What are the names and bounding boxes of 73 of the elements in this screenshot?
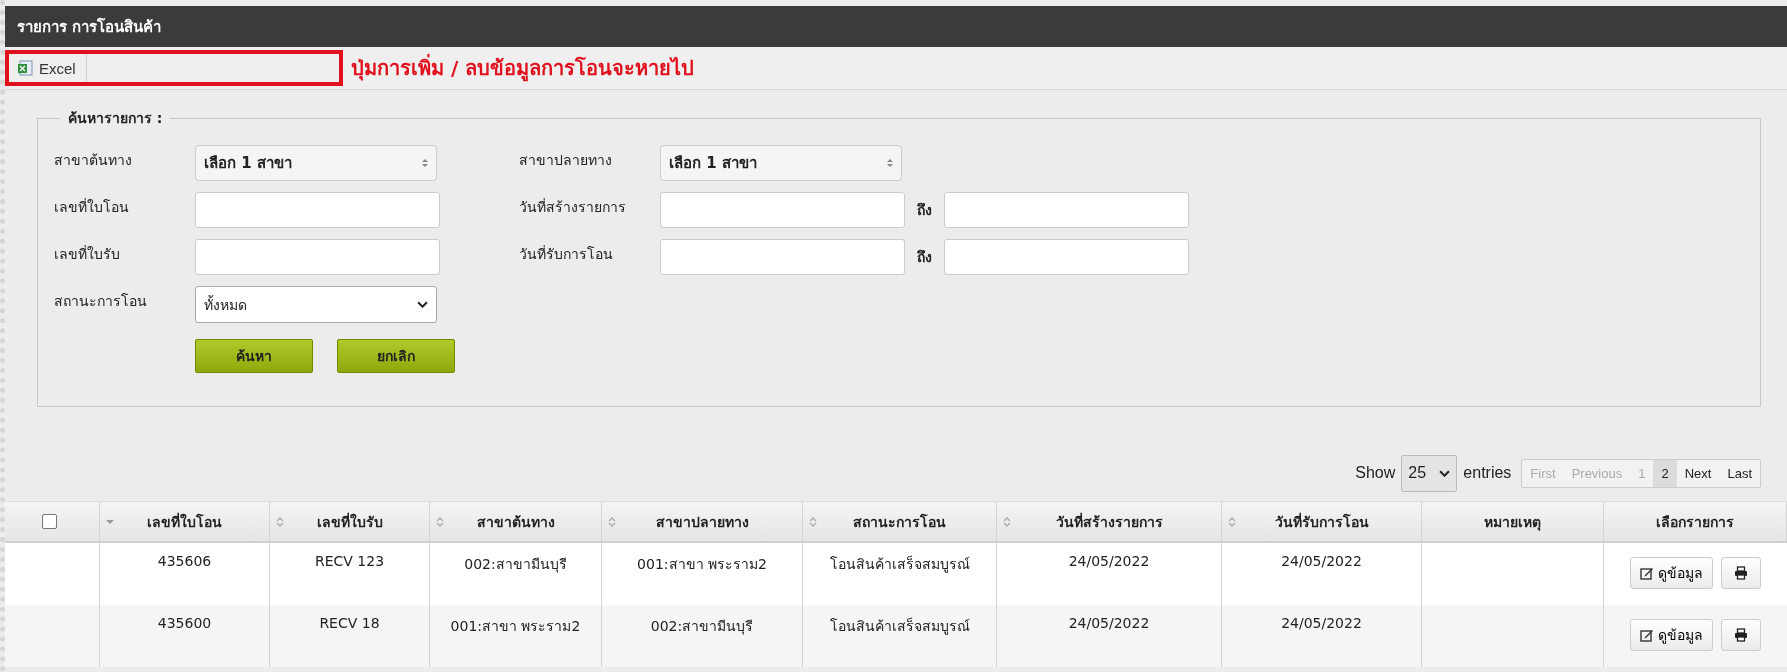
excel-button[interactable]: Excel (9, 54, 87, 82)
view-button[interactable]: ดูข้อมูล (1630, 619, 1713, 651)
column-header[interactable]: หมายเหตุ (1422, 502, 1604, 541)
print-icon (1734, 628, 1748, 642)
table-cell: 24/05/2022 (1281, 615, 1362, 631)
table-cell: 435606 (157, 553, 212, 569)
field-label: เลขที่ใบรับ (54, 244, 121, 264)
pagination-button[interactable]: Last (1719, 459, 1760, 487)
annotation-text: ปุ่มการเพิ่ม / ลบข้อมูลการโอนจะหายไป (351, 53, 695, 84)
chevron-down-icon (1439, 469, 1451, 477)
date-from-field[interactable] (660, 192, 905, 228)
page-size-select[interactable]: 25 (1401, 454, 1458, 492)
sort-arrows-icon (887, 158, 893, 168)
print-button[interactable] (1721, 557, 1761, 589)
field-label: เลขที่ใบโอน (54, 197, 130, 217)
select-all-checkbox[interactable] (42, 514, 57, 529)
table-cell: โอนสินค้าเสร็จสมบูรณ์ (829, 618, 970, 634)
to-label: ถึง (916, 201, 933, 220)
field-label: สถานะการโอน (54, 292, 148, 311)
sort-icon (436, 515, 444, 528)
field-label: วันที่สร้างรายการ (519, 197, 627, 217)
to-label: ถึง (916, 248, 933, 267)
window-title: รายการ การโอนสินค้า (17, 16, 162, 38)
print-button[interactable] (1721, 619, 1761, 651)
table-cell: 24/05/2022 (1281, 553, 1362, 569)
date-to-field[interactable] (944, 192, 1189, 228)
table-cell: 435600 (157, 615, 212, 631)
status-select[interactable]: ทั้งหมด (195, 286, 437, 323)
column-header[interactable]: สาขาต้นทาง (430, 502, 602, 541)
sort-arrows-icon (422, 158, 428, 168)
column-header[interactable]: สาขาปลายทาง (602, 502, 803, 541)
sort-icon (1003, 515, 1011, 528)
sort-icon (809, 515, 817, 528)
column-header[interactable]: เลขที่ใบรับ (270, 502, 430, 541)
table-cell: โอนสินค้าเสร็จสมบูรณ์ (829, 556, 970, 572)
column-header[interactable]: สถานะการโอน (803, 502, 997, 541)
cancel-button[interactable]: ยกเลิก (337, 339, 455, 373)
sort-icon (608, 515, 616, 528)
field-label: สาขาต้นทาง (54, 151, 133, 170)
branch-select[interactable]: เลือก 1 สาขา (195, 145, 437, 181)
column-header[interactable]: เลขที่ใบโอน (100, 502, 270, 541)
spreadsheet-icon (17, 60, 33, 76)
column-header[interactable]: วันที่รับการโอน (1222, 502, 1422, 541)
entries-label: entries (1463, 464, 1512, 482)
search-legend: ค้นหารายการ : (60, 107, 171, 129)
column-header[interactable]: เลือกรายการ (1604, 502, 1787, 541)
table-cell: RECV 18 (319, 615, 380, 631)
table-cell: 24/05/2022 (1068, 553, 1150, 569)
sort-icon (1228, 515, 1236, 528)
table-cell: 001:สาขา พระราม2 (450, 618, 581, 634)
column-header[interactable]: วันที่สร้างรายการ (997, 502, 1222, 541)
field-label: สาขาปลายทาง (519, 151, 613, 170)
pagination-button[interactable]: Next (1676, 459, 1720, 487)
table-cell: 24/05/2022 (1068, 615, 1150, 631)
table-cell: 002:สาขามีนบุรี (650, 618, 754, 634)
branch-select[interactable]: เลือก 1 สาขา (660, 145, 902, 181)
table-cell: 001:สาขา พระราม2 (637, 556, 767, 572)
show-label: Show (1355, 464, 1396, 482)
search-button[interactable]: ค้นหา (195, 339, 313, 373)
input-field[interactable] (195, 239, 440, 275)
edit-icon (1640, 566, 1654, 580)
table-cell: RECV 123 (314, 553, 385, 569)
field-label: วันที่รับการโอน (519, 244, 614, 264)
date-to-field[interactable] (944, 239, 1189, 275)
input-field[interactable] (195, 192, 440, 228)
edit-icon (1640, 628, 1654, 642)
view-button[interactable]: ดูข้อมูล (1630, 557, 1713, 589)
chevron-down-icon (417, 301, 428, 308)
sort-icon (276, 515, 284, 528)
date-from-field[interactable] (660, 239, 905, 275)
table-cell: 002:สาขามีนบุรี (464, 556, 567, 572)
print-icon (1734, 566, 1748, 580)
pagination-button[interactable]: 2 (1653, 459, 1677, 487)
